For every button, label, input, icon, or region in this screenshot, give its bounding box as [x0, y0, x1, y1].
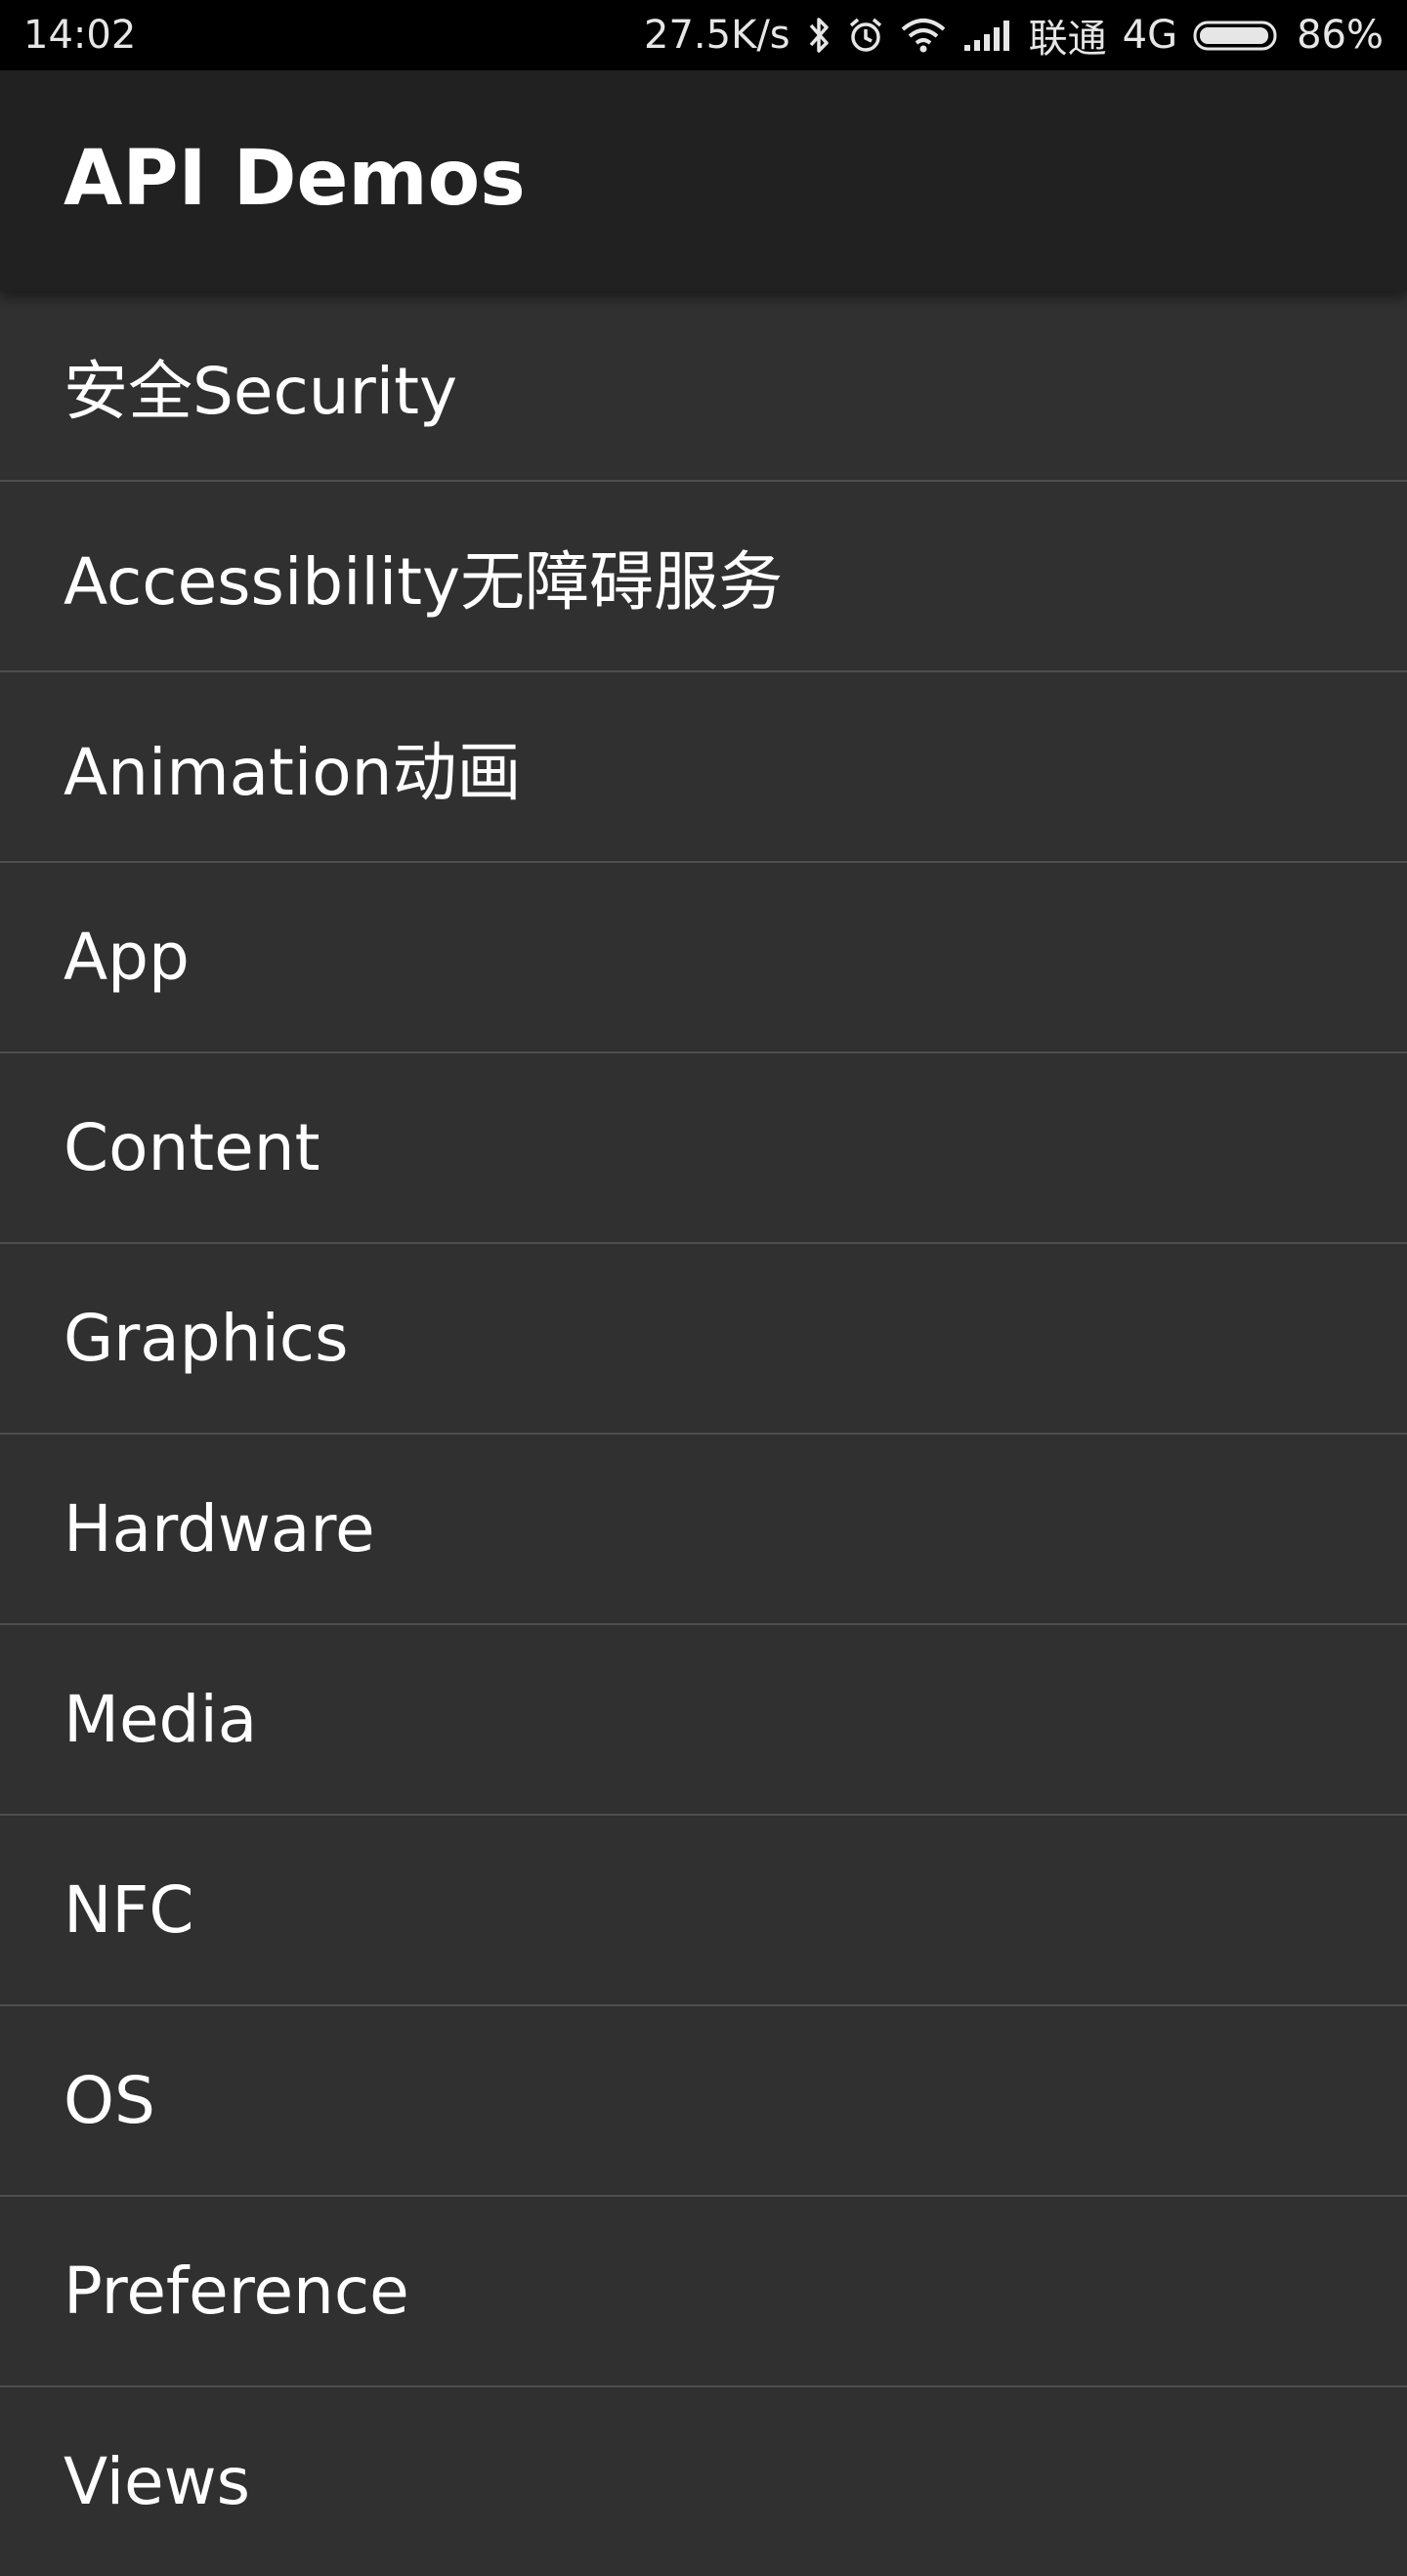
list-item-nfc[interactable]: NFC: [0, 1816, 1407, 2006]
status-bar: 14:02 27.5K/s 联通 4G 86%: [0, 0, 1407, 70]
battery-icon: [1193, 16, 1281, 55]
list-item-label: Preference: [64, 2254, 409, 2329]
list-item-animation[interactable]: Animation动画: [0, 672, 1407, 863]
signal-icon: [962, 16, 1013, 55]
status-indicators: 27.5K/s 联通 4G 86%: [644, 7, 1384, 64]
list-item-security[interactable]: 安全Security: [0, 291, 1407, 482]
list-item-label: Accessibility无障碍服务: [64, 543, 784, 620]
demo-category-list: 安全Security Accessibility无障碍服务 Animation动…: [0, 291, 1407, 2576]
list-item-hardware[interactable]: Hardware: [0, 1435, 1407, 1625]
status-time: 14:02: [23, 13, 137, 58]
carrier-name: 联通: [1028, 17, 1107, 62]
bluetooth-icon: [806, 16, 831, 55]
list-item-label: NFC: [64, 1872, 194, 1948]
list-item-preference[interactable]: Preference: [0, 2197, 1407, 2387]
list-item-app[interactable]: App: [0, 863, 1407, 1053]
app-bar: API Demos: [0, 70, 1407, 291]
list-item-label: Views: [64, 2444, 251, 2519]
list-item-label: Content: [64, 1110, 320, 1185]
list-item-graphics[interactable]: Graphics: [0, 1244, 1407, 1435]
list-item-content[interactable]: Content: [0, 1053, 1407, 1244]
battery-percent: 86%: [1297, 13, 1384, 58]
list-item-label: Graphics: [64, 1301, 349, 1376]
list-item-label: Media: [64, 1682, 258, 1757]
network-speed: 27.5K/s: [644, 13, 790, 58]
app-title: API Demos: [64, 135, 526, 223]
alarm-icon: [847, 16, 884, 55]
list-item-views[interactable]: Views: [0, 2387, 1407, 2576]
list-item-label: Hardware: [64, 1491, 375, 1567]
list-item-media[interactable]: Media: [0, 1625, 1407, 1816]
list-item-label: 安全Security: [64, 353, 458, 429]
list-item-label: OS: [64, 2063, 155, 2138]
list-item-label: App: [64, 920, 190, 995]
list-item-accessibility[interactable]: Accessibility无障碍服务: [0, 482, 1407, 672]
list-item-os[interactable]: OS: [0, 2006, 1407, 2197]
list-item-label: Animation动画: [64, 734, 522, 810]
wifi-icon: [900, 16, 947, 55]
network-type: 4G: [1122, 13, 1178, 58]
